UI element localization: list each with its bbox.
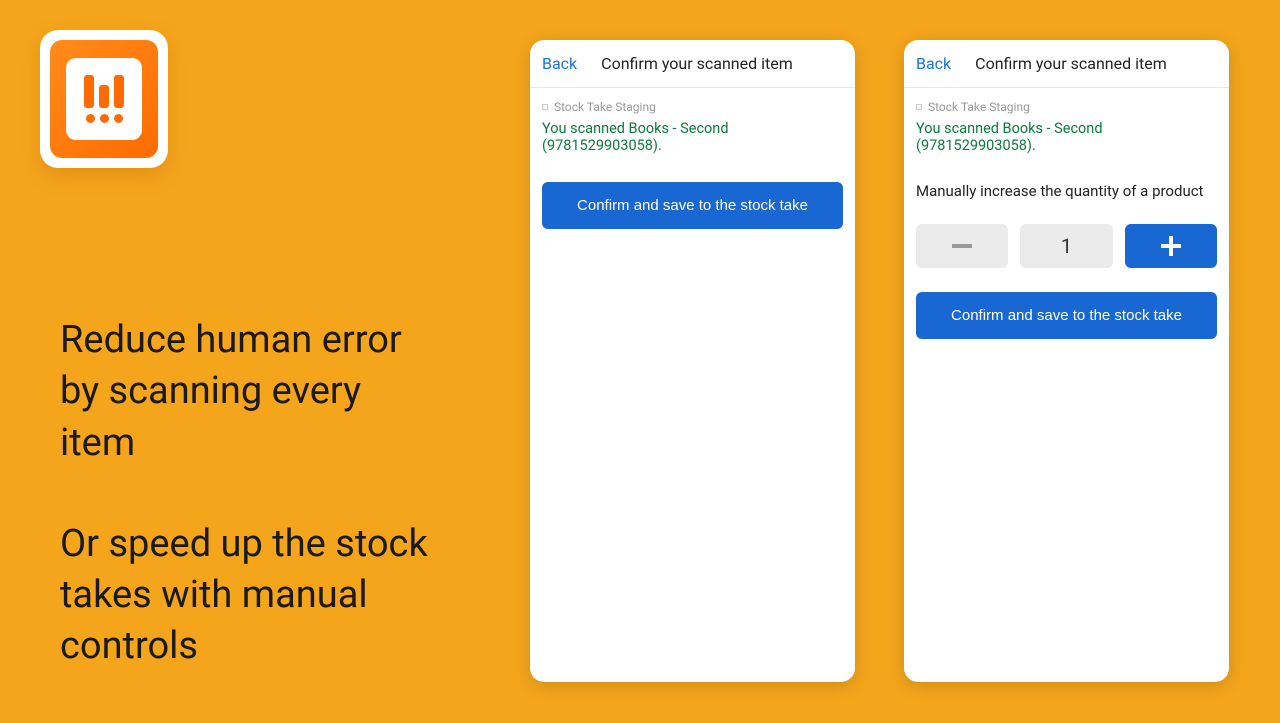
phone-screen-simple: Back Confirm your scanned item Stock Tak… — [530, 40, 855, 682]
quantity-increase-button[interactable] — [1125, 224, 1217, 268]
quantity-value[interactable]: 1 — [1020, 224, 1112, 268]
plus-icon — [1161, 236, 1181, 256]
app-logo-inner — [50, 40, 158, 158]
app-logo — [40, 30, 168, 168]
confirm-save-button[interactable]: Confirm and save to the stock take — [542, 182, 843, 229]
scanned-item-message: You scanned Books - Second (978152990305… — [542, 120, 843, 154]
quantity-stepper: 1 — [916, 224, 1217, 268]
breadcrumb-square-icon — [542, 104, 548, 110]
quantity-decrease-button[interactable] — [916, 224, 1008, 268]
marketing-line-1: Reduce human error by scanning every ite… — [60, 315, 440, 469]
back-button[interactable]: Back — [916, 54, 951, 73]
page-title: Confirm your scanned item — [601, 54, 793, 73]
marketing-copy: Reduce human error by scanning every ite… — [60, 315, 440, 723]
breadcrumb-label: Stock Take Staging — [554, 100, 656, 114]
phone-screen-manual: Back Confirm your scanned item Stock Tak… — [904, 40, 1229, 682]
page-title: Confirm your scanned item — [975, 54, 1167, 73]
marketing-line-2: Or speed up the stock takes with manual … — [60, 519, 440, 673]
breadcrumb-square-icon — [916, 104, 922, 110]
screen-header: Back Confirm your scanned item — [904, 40, 1229, 88]
breadcrumb-label: Stock Take Staging — [928, 100, 1030, 114]
scanned-item-message: You scanned Books - Second (978152990305… — [916, 120, 1217, 154]
screen-header: Back Confirm your scanned item — [530, 40, 855, 88]
barcode-icon — [66, 58, 142, 141]
breadcrumb[interactable]: Stock Take Staging — [916, 100, 1217, 114]
breadcrumb[interactable]: Stock Take Staging — [542, 100, 843, 114]
back-button[interactable]: Back — [542, 54, 577, 73]
minus-icon — [952, 244, 972, 248]
confirm-save-button[interactable]: Confirm and save to the stock take — [916, 292, 1217, 339]
manual-quantity-label: Manually increase the quantity of a prod… — [916, 182, 1217, 200]
